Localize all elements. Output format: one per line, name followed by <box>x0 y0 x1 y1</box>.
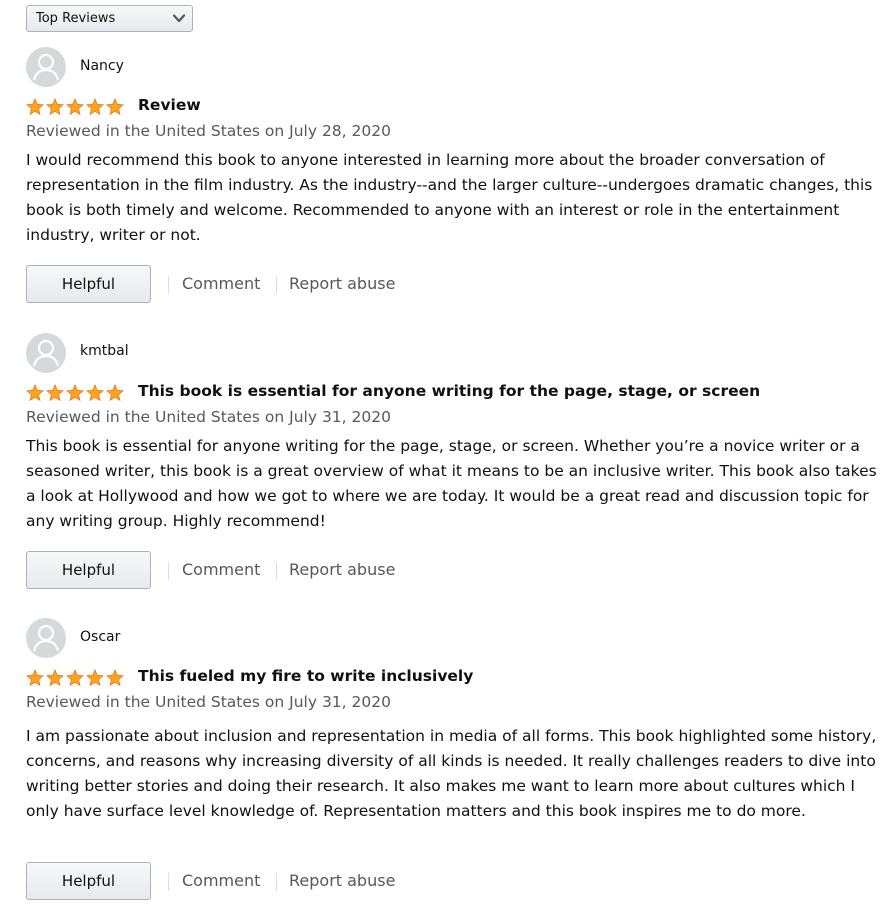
review-body: I would recommend this book to anyone in… <box>26 151 873 244</box>
comment-link[interactable]: Comment <box>182 274 260 293</box>
avatar-icon <box>26 333 66 373</box>
review-actions: Helpful Comment Report abuse <box>26 862 626 902</box>
review-2: kmtbal This book is essential for anyone… <box>26 333 886 593</box>
review-actions: Helpful Comment Report abuse <box>26 551 626 591</box>
reviewer-profile[interactable]: Nancy <box>26 47 426 87</box>
divider <box>276 873 277 891</box>
sort-reviews-dropdown[interactable]: Top Reviews <box>26 5 193 32</box>
sort-selected-value: Top Reviews <box>36 11 116 26</box>
review-date: Reviewed in the United States on July 31… <box>26 408 391 426</box>
review-1: Nancy Review Reviewed in the United Stat… <box>26 47 886 307</box>
comment-link[interactable]: Comment <box>182 560 260 579</box>
helpful-button[interactable]: Helpful <box>26 862 151 900</box>
comment-link[interactable]: Comment <box>182 871 260 890</box>
chevron-down-icon <box>173 14 185 23</box>
star-rating-icon[interactable] <box>26 98 126 116</box>
review-body: I am passionate about inclusion and repr… <box>26 727 877 820</box>
report-abuse-link[interactable]: Report abuse <box>289 560 395 579</box>
report-abuse-link[interactable]: Report abuse <box>289 871 395 890</box>
review-date: Reviewed in the United States on July 31… <box>26 693 391 711</box>
reviewer-name: kmtbal <box>80 343 129 359</box>
divider <box>168 873 169 891</box>
report-abuse-link[interactable]: Report abuse <box>289 274 395 293</box>
reviewer-name: Nancy <box>80 58 124 74</box>
rating-line: This fueled my fire to write inclusively <box>26 667 886 689</box>
reviewer-name: Oscar <box>80 629 121 645</box>
avatar-icon <box>26 47 66 87</box>
reviewer-profile[interactable]: kmtbal <box>26 333 426 373</box>
divider <box>276 562 277 580</box>
divider <box>168 562 169 580</box>
review-body: This book is essential for anyone writin… <box>26 437 877 530</box>
review-title[interactable]: This book is essential for anyone writin… <box>138 382 760 400</box>
review-3: Oscar This fueled my fire to write inclu… <box>26 618 886 903</box>
rating-line: This book is essential for anyone writin… <box>26 382 886 404</box>
review-title[interactable]: Review <box>138 96 201 114</box>
star-rating-icon[interactable] <box>26 384 126 402</box>
star-rating-icon[interactable] <box>26 669 126 687</box>
divider <box>276 276 277 294</box>
divider <box>168 276 169 294</box>
review-date: Reviewed in the United States on July 28… <box>26 122 391 140</box>
rating-line: Review <box>26 96 886 118</box>
reviewer-profile[interactable]: Oscar <box>26 618 426 658</box>
review-title[interactable]: This fueled my fire to write inclusively <box>138 667 473 685</box>
helpful-button[interactable]: Helpful <box>26 551 151 589</box>
review-actions: Helpful Comment Report abuse <box>26 265 626 305</box>
avatar-icon <box>26 618 66 658</box>
helpful-button[interactable]: Helpful <box>26 265 151 303</box>
